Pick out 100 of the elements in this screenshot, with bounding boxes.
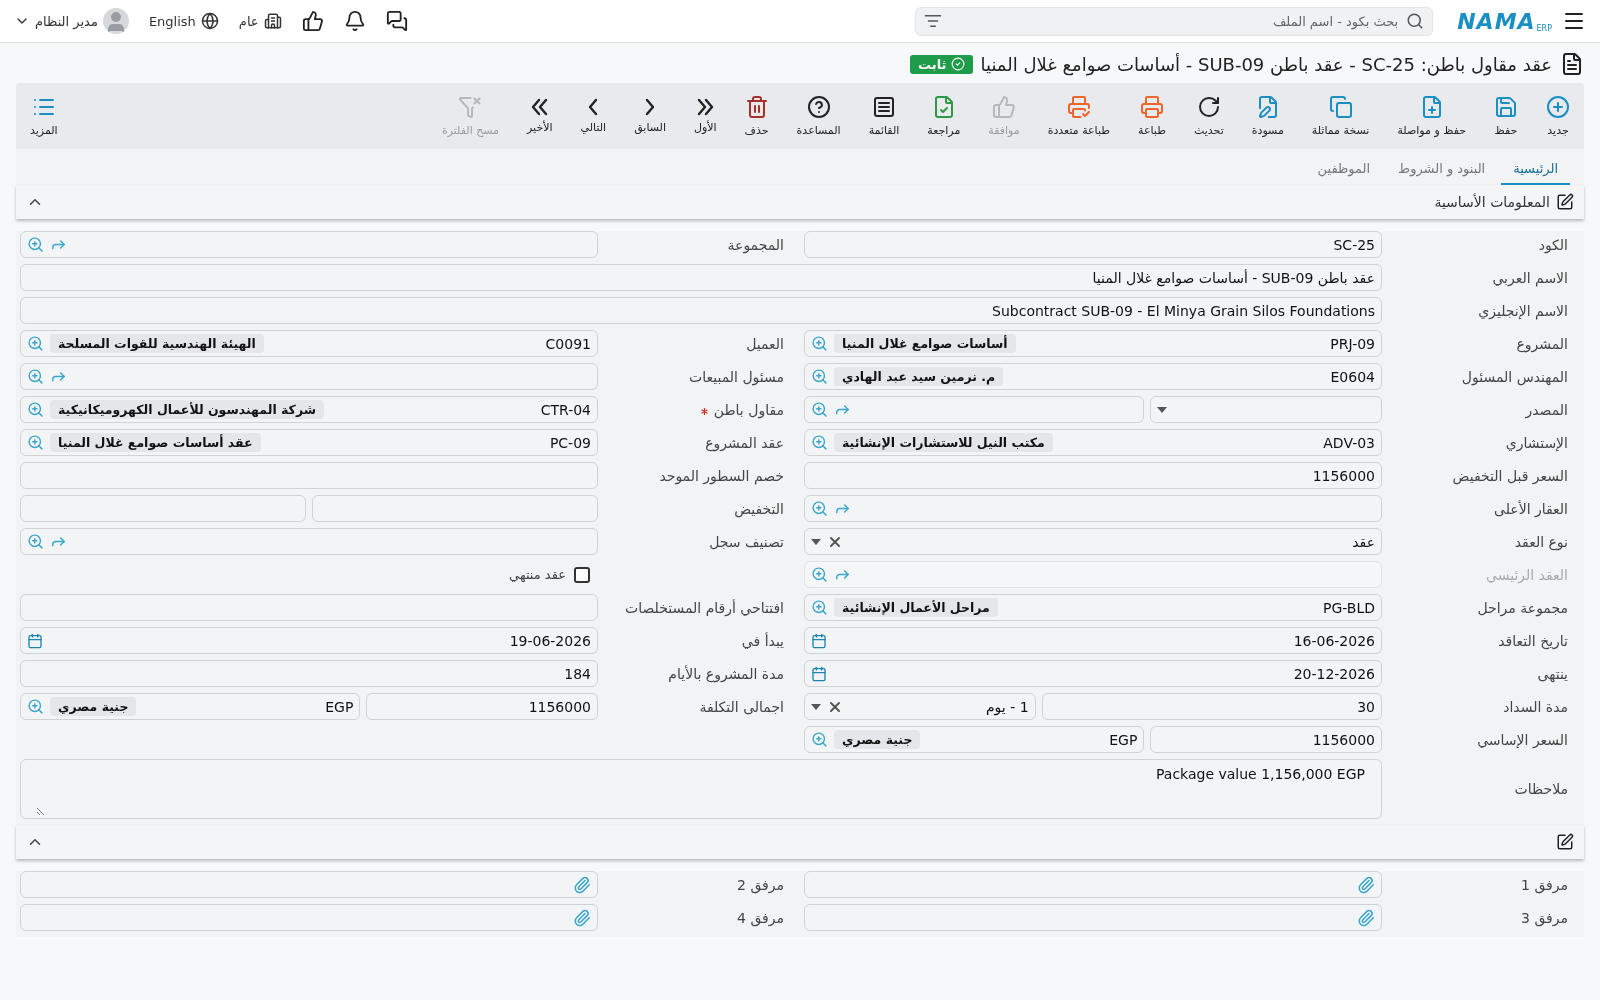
edit-icon[interactable] [1556, 193, 1574, 211]
date-field[interactable]: 19-06-2026 [20, 627, 598, 654]
caret-icon[interactable] [811, 538, 821, 545]
paperclip-icon[interactable] [1357, 908, 1375, 927]
text-field[interactable]: 1156000 [1150, 726, 1382, 753]
notes-field[interactable]: Package value 1,156,000 EGP [20, 759, 1382, 819]
search-icon[interactable] [1406, 12, 1425, 30]
attachment-field[interactable] [20, 904, 598, 931]
lookup-field[interactable] [20, 363, 598, 390]
search-plus-icon[interactable] [811, 599, 828, 616]
name-tag: مراحل الأعمال الإنشائية [834, 598, 998, 617]
name-tag: جنية مصري [50, 697, 137, 716]
field-value: PG-BLD [1321, 599, 1375, 616]
checkbox[interactable]: عقد منتهي [501, 562, 598, 587]
caret-icon[interactable] [811, 703, 821, 710]
resize-grip-icon[interactable] [37, 807, 45, 815]
filter-icon[interactable] [924, 12, 943, 30]
name-tag: م. نرمين سيد عبد الهادي [834, 367, 1004, 386]
toolbar-button[interactable]: مراجعة [919, 91, 969, 141]
tab[interactable]: الموظفين [1305, 155, 1383, 185]
toolbar-button[interactable]: طباعة متعددة [1039, 91, 1119, 141]
lookup-field[interactable] [20, 231, 598, 258]
text-field[interactable]: Subcontract SUB-09 - El Minya Grain Silos Foundations [20, 297, 1382, 324]
search-field[interactable]: بحث بكود - اسم الملف [915, 6, 1434, 36]
text-field[interactable]: SC-25 [804, 231, 1382, 258]
section-title: المعلومات الأساسية [1434, 194, 1550, 210]
copy-icon [1328, 95, 1353, 119]
caret-icon[interactable] [1157, 406, 1168, 413]
refresh-icon [1196, 95, 1221, 119]
tab[interactable]: البنود و الشروط [1386, 155, 1498, 185]
field-label: عقد المشروع [704, 434, 785, 451]
toolbar-button[interactable]: جديد [1538, 91, 1578, 141]
search-plus-icon[interactable] [811, 731, 828, 748]
toolbar-button[interactable]: الأول [685, 94, 725, 138]
field-label: الكود [1537, 236, 1569, 253]
toolbar-button[interactable]: تحديث [1185, 91, 1232, 141]
text-field[interactable]: عقد باطن SUB-09 - أساسات صوامع غلال المنيا [20, 264, 1382, 291]
paperclip-icon[interactable] [573, 875, 591, 894]
edit-icon[interactable] [1556, 833, 1574, 851]
search-plus-icon[interactable] [811, 434, 828, 451]
search-plus-icon[interactable] [811, 335, 828, 352]
text-field[interactable] [312, 495, 598, 522]
language-label[interactable]: English [148, 12, 219, 30]
select-field[interactable]: 1 - يوم [804, 693, 1036, 720]
field-label: مدة السداد [1502, 698, 1569, 715]
toolbar-button[interactable]: السابق [626, 94, 674, 138]
attachment-field[interactable] [20, 871, 598, 898]
text-field[interactable] [20, 495, 306, 522]
search-plus-icon[interactable] [811, 500, 828, 517]
text-field[interactable]: 184 [20, 660, 598, 687]
text-field[interactable] [20, 594, 598, 621]
text-field[interactable]: 30 [1041, 693, 1382, 720]
toolbar-button[interactable]: التالي [572, 94, 615, 138]
text-field[interactable]: 1156000 [804, 462, 1382, 489]
company-selector[interactable]: عام [238, 12, 282, 30]
text-field[interactable]: 1156000 [366, 693, 598, 720]
toolbar-button[interactable]: مسودة [1243, 91, 1292, 141]
toolbar-button[interactable]: حفظ و مواصلة [1389, 91, 1474, 141]
calendar-icon[interactable] [27, 632, 43, 649]
attachment-field[interactable] [804, 904, 1382, 931]
search-plus-icon[interactable] [27, 335, 44, 352]
logo: NAMA ERP [1457, 8, 1552, 34]
field-label: مرفق 2 [736, 876, 785, 893]
text-field[interactable] [20, 462, 598, 489]
thumbs-up-icon[interactable] [301, 10, 324, 32]
paperclip-icon[interactable] [1357, 875, 1375, 894]
plus-circle-icon [1546, 95, 1570, 119]
toolbar-button[interactable]: طباعة [1130, 91, 1174, 141]
search-plus-icon[interactable] [27, 401, 44, 418]
paperclip-icon[interactable] [573, 908, 591, 927]
search-plus-icon[interactable] [27, 236, 44, 253]
search-plus-icon[interactable] [811, 401, 828, 418]
attachment-field[interactable] [804, 871, 1382, 898]
bell-icon[interactable] [343, 10, 366, 32]
search-plus-icon[interactable] [27, 368, 44, 385]
select-field[interactable] [1150, 396, 1382, 423]
date-field[interactable]: 20-12-2026 [804, 660, 1382, 687]
toolbar-button[interactable]: نسخة مماثلة [1303, 91, 1378, 141]
toolbar-button[interactable]: حفظ [1486, 91, 1526, 141]
toolbar-button[interactable]: الأخير [519, 94, 561, 138]
lookup-field[interactable] [804, 396, 1145, 423]
search-plus-icon[interactable] [27, 698, 44, 715]
search-plus-icon[interactable] [811, 368, 828, 385]
lookup-field[interactable] [20, 528, 598, 555]
field-value: 16-06-2026 [1292, 632, 1375, 649]
search-plus-icon[interactable] [27, 533, 44, 550]
date-field[interactable]: 16-06-2026 [804, 627, 1382, 654]
user-menu[interactable]: مدير النظام [14, 8, 129, 34]
toolbar-button[interactable]: حذف [736, 91, 777, 141]
select-field[interactable]: عقد [804, 528, 1382, 555]
lookup-field[interactable] [804, 495, 1382, 522]
calendar-icon[interactable] [811, 632, 827, 649]
field-value: 19-06-2026 [508, 632, 591, 649]
search-plus-icon[interactable] [27, 434, 44, 451]
chat-icon[interactable] [385, 10, 408, 32]
toolbar-button[interactable]: القائمة [860, 91, 908, 141]
more-button[interactable]: المزيد [22, 91, 66, 141]
toolbar-button[interactable]: المساعدة [788, 91, 849, 141]
calendar-icon[interactable] [811, 665, 827, 682]
field-value: PC-09 [548, 434, 591, 451]
